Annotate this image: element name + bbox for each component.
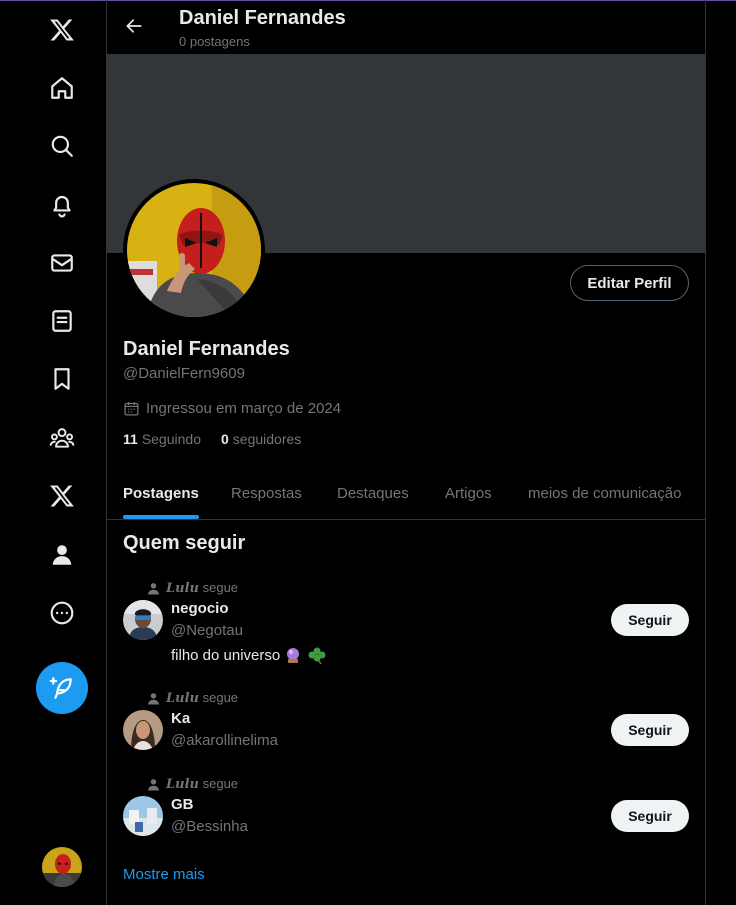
header-title: Daniel Fernandes bbox=[179, 7, 346, 29]
compose-post-button[interactable] bbox=[36, 662, 88, 714]
social-context: Lulu segue bbox=[147, 580, 238, 596]
person-icon bbox=[148, 692, 159, 704]
join-date: Ingressou em março de 2024 bbox=[123, 400, 341, 417]
more-circle-icon[interactable] bbox=[0, 591, 124, 635]
context-text: segue bbox=[202, 690, 239, 705]
profile-name: Daniel Fernandes bbox=[123, 338, 290, 360]
avatar[interactable] bbox=[123, 600, 163, 640]
context-user: Lulu bbox=[166, 691, 199, 706]
profile-column: Daniel Fernandes 0 postagens Editar Perf… bbox=[107, 0, 706, 905]
suggestion-item[interactable]: Lulu segue GB @Bessinha Seguir bbox=[107, 776, 705, 876]
follow-button[interactable]: Seguir bbox=[611, 800, 689, 832]
tab-articles[interactable]: Artigos bbox=[445, 467, 492, 519]
bookmark-icon[interactable] bbox=[0, 357, 124, 401]
premium-x-icon[interactable] bbox=[0, 474, 124, 518]
profile-tabs: Postagens Respostas Destaques Artigos me… bbox=[107, 467, 705, 520]
communities-icon[interactable] bbox=[0, 416, 124, 460]
tab-highlights[interactable]: Destaques bbox=[337, 467, 409, 519]
profile-avatar[interactable] bbox=[123, 179, 265, 321]
list-icon[interactable] bbox=[0, 299, 124, 343]
arrow-left-icon bbox=[126, 19, 142, 33]
crystal-ball-icon bbox=[287, 648, 300, 663]
suggestion-name: Ka bbox=[171, 710, 191, 727]
join-date-text: Ingressou em março de 2024 bbox=[146, 400, 342, 417]
profile-handle: @DanielFern9609 bbox=[123, 365, 245, 382]
x-logo-icon[interactable] bbox=[0, 8, 124, 52]
who-to-follow-title: Quem seguir bbox=[123, 532, 246, 554]
show-more-link[interactable]: Mostre mais bbox=[123, 866, 205, 883]
suggestion-item[interactable]: Lulu segue Ka @akarollinelima Seguir bbox=[107, 690, 705, 790]
avatar[interactable] bbox=[123, 710, 163, 750]
calendar-icon bbox=[124, 402, 139, 416]
followers-label: seguidores bbox=[232, 431, 302, 447]
home-icon[interactable] bbox=[0, 66, 124, 110]
search-icon[interactable] bbox=[0, 124, 124, 168]
context-user: Lulu bbox=[166, 581, 199, 596]
context-text: segue bbox=[202, 580, 239, 595]
follow-stats: 11 Seguindo 0 seguidores bbox=[123, 431, 301, 447]
followers-link[interactable]: 0 seguidores bbox=[221, 431, 301, 447]
active-tab-indicator bbox=[123, 515, 199, 519]
mail-icon[interactable] bbox=[0, 241, 124, 285]
suggestion-handle: @akarollinelima bbox=[171, 732, 278, 749]
following-count: 11 bbox=[123, 431, 138, 447]
person-icon bbox=[148, 582, 159, 594]
post-count: 0 postagens bbox=[179, 34, 250, 49]
suggestion-item[interactable]: Lulu segue negocio @Negotau filho do uni… bbox=[107, 580, 705, 680]
context-text: segue bbox=[202, 776, 239, 791]
clover-icon bbox=[308, 647, 326, 664]
suggestion-handle: @Negotau bbox=[171, 622, 243, 639]
following-link[interactable]: 11 Seguindo bbox=[123, 431, 201, 447]
profile-header: Daniel Fernandes 0 postagens bbox=[107, 0, 705, 54]
person-icon bbox=[148, 778, 159, 790]
followers-count: 0 bbox=[220, 431, 229, 447]
context-user: Lulu bbox=[166, 777, 199, 792]
feather-plus-icon bbox=[49, 677, 72, 699]
edit-profile-button[interactable]: Editar Perfil bbox=[570, 265, 689, 301]
bio-text: filho do universo bbox=[171, 646, 281, 664]
bell-icon[interactable] bbox=[0, 183, 124, 227]
account-avatar[interactable] bbox=[42, 847, 82, 887]
back-button[interactable] bbox=[119, 11, 149, 41]
avatar[interactable] bbox=[123, 796, 163, 836]
suggestion-bio: filho do universo bbox=[171, 646, 328, 664]
tab-posts[interactable]: Postagens bbox=[123, 467, 199, 519]
suggestion-name: negocio bbox=[171, 600, 229, 617]
tab-media[interactable]: meios de comunicação bbox=[528, 467, 681, 519]
social-context: Lulu segue bbox=[147, 690, 238, 706]
follow-button[interactable]: Seguir bbox=[611, 604, 689, 636]
sidebar-nav bbox=[0, 0, 107, 905]
social-context: Lulu segue bbox=[147, 776, 238, 792]
follow-button[interactable]: Seguir bbox=[611, 714, 689, 746]
tab-replies[interactable]: Respostas bbox=[231, 467, 302, 519]
following-label: Seguindo bbox=[141, 431, 201, 447]
suggestion-handle: @Bessinha bbox=[171, 818, 248, 835]
person-icon[interactable] bbox=[0, 533, 124, 577]
suggestion-name: GB bbox=[171, 796, 194, 813]
